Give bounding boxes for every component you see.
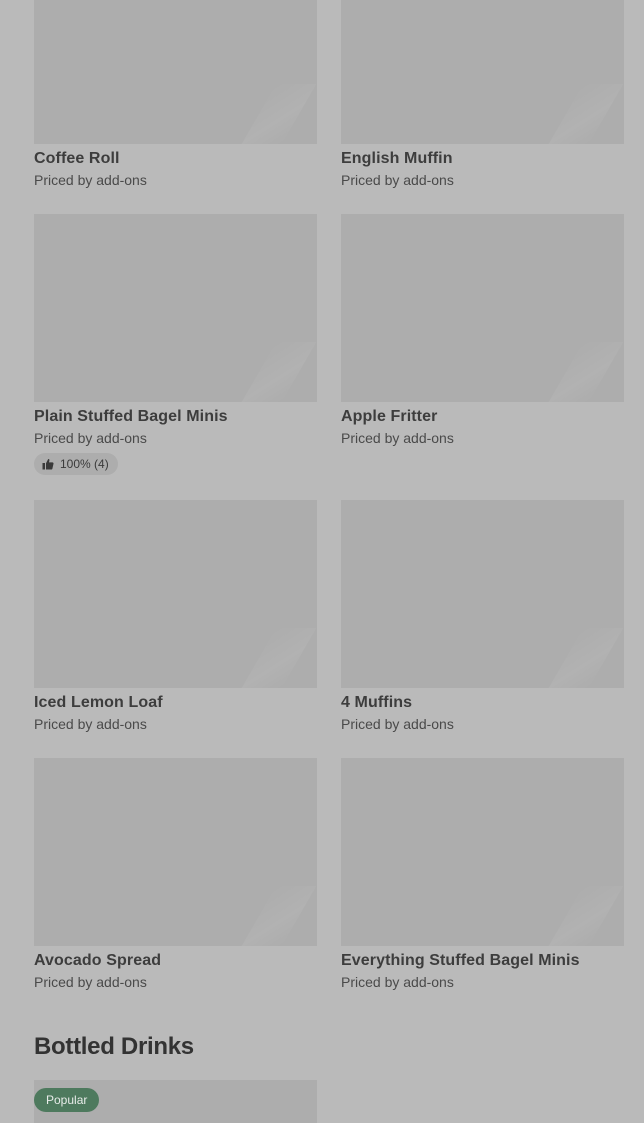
item-price: Priced by add-ons: [34, 430, 147, 446]
item-name: 4 Muffins: [341, 694, 413, 711]
menu-item-avocado-spread[interactable]: Avocado Spread Priced by add-ons: [34, 758, 317, 991]
item-image: [341, 0, 624, 144]
menu-item-plain-stuffed-bagel-minis[interactable]: Plain Stuffed Bagel Minis Priced by add-…: [34, 214, 317, 475]
item-name: Plain Stuffed Bagel Minis: [34, 408, 228, 425]
item-name: English Muffin: [341, 150, 453, 167]
item-price: Priced by add-ons: [34, 974, 147, 990]
menu-item-iced-lemon-loaf[interactable]: Iced Lemon Loaf Priced by add-ons: [34, 500, 317, 733]
item-price: Priced by add-ons: [341, 716, 454, 732]
item-name: Avocado Spread: [34, 952, 162, 969]
menu-item-apple-fritter[interactable]: Apple Fritter Priced by add-ons: [341, 214, 624, 447]
item-price: Priced by add-ons: [341, 172, 454, 188]
section-title-bottled-drinks: Bottled Drinks: [34, 1033, 194, 1060]
item-price: Priced by add-ons: [341, 974, 454, 990]
menu-page: Coffee Roll Priced by add-ons English Mu…: [0, 0, 644, 1123]
item-name: Apple Fritter: [341, 408, 438, 425]
item-image: [34, 214, 317, 402]
menu-item-english-muffin[interactable]: English Muffin Priced by add-ons: [341, 0, 624, 189]
item-price: Priced by add-ons: [341, 430, 454, 446]
item-image: [341, 500, 624, 688]
thumbs-up-icon: [42, 458, 54, 470]
menu-item-4-muffins[interactable]: 4 Muffins Priced by add-ons: [341, 500, 624, 733]
menu-item-bottled-drink[interactable]: Popular: [34, 1080, 317, 1123]
menu-item-everything-stuffed-bagel-minis[interactable]: Everything Stuffed Bagel Minis Priced by…: [341, 758, 624, 991]
item-price: Priced by add-ons: [34, 172, 147, 188]
item-name: Everything Stuffed Bagel Minis: [341, 952, 580, 969]
popular-badge: Popular: [34, 1088, 100, 1112]
item-image: [34, 758, 317, 946]
rating-text: 100% (4): [60, 457, 109, 471]
item-image: [341, 758, 624, 946]
item-price: Priced by add-ons: [34, 716, 147, 732]
item-image: [34, 500, 317, 688]
rating-badge: 100% (4): [34, 453, 118, 475]
item-image: [34, 0, 317, 144]
item-name: Coffee Roll: [34, 150, 120, 167]
menu-item-coffee-roll[interactable]: Coffee Roll Priced by add-ons: [34, 0, 317, 189]
item-image: [341, 214, 624, 402]
item-name: Iced Lemon Loaf: [34, 694, 163, 711]
